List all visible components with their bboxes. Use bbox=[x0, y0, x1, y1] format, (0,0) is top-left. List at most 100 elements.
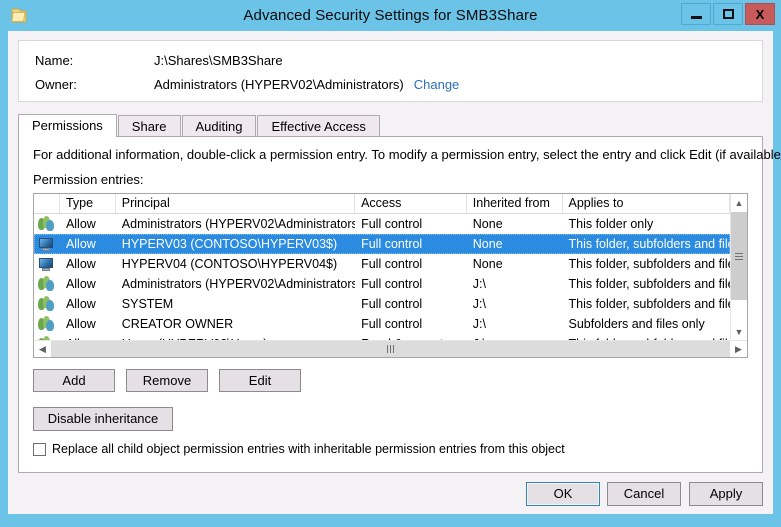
row-applies: This folder only bbox=[568, 216, 654, 231]
table-viewport: Type Principal Access Inherited from App… bbox=[34, 194, 730, 340]
window-title: Advanced Security Settings for SMB3Share bbox=[243, 7, 538, 24]
tab-effective-access[interactable]: Effective Access bbox=[257, 115, 380, 137]
table-row[interactable]: Allow Administrators (HYPERV02\Administra… bbox=[34, 274, 730, 294]
scroll-grip-icon bbox=[735, 252, 743, 260]
row-access: Full control bbox=[361, 276, 423, 291]
remove-button[interactable]: Remove bbox=[126, 369, 208, 392]
table-vertical-scrollbar[interactable]: ▲ ▼ bbox=[730, 194, 747, 340]
row-applies: Subfolders and files only bbox=[568, 316, 705, 331]
row-icon-cell bbox=[34, 296, 60, 312]
replace-child-permissions-label: Replace all child object permission entr… bbox=[52, 442, 565, 456]
tab-auditing[interactable]: Auditing bbox=[181, 115, 257, 137]
apply-button[interactable]: Apply bbox=[689, 482, 763, 506]
row-inherited: None bbox=[472, 256, 503, 271]
column-header-principal[interactable]: Principal bbox=[116, 194, 356, 213]
row-principal: Administrators (HYPERV02\Administrators) bbox=[121, 276, 356, 291]
table-horizontal-scrollbar[interactable]: ◀ ▶ bbox=[34, 340, 747, 357]
row-type: Allow bbox=[65, 256, 96, 271]
vertical-scroll-thumb[interactable] bbox=[731, 212, 747, 300]
table-row[interactable]: Allow HYPERV03 (CONTOSO\HYPERV03$) Full co… bbox=[34, 234, 730, 254]
title-bar: Advanced Security Settings for SMB3Share… bbox=[0, 0, 781, 31]
disable-inheritance-button[interactable]: Disable inheritance bbox=[33, 407, 173, 431]
row-icon-cell bbox=[34, 316, 60, 332]
row-inherited: None bbox=[472, 236, 503, 251]
object-info-box: Name: J:\Shares\SMB3Share Owner: Adminis… bbox=[18, 40, 763, 102]
tab-share[interactable]: Share bbox=[117, 115, 181, 137]
table-row[interactable]: Allow HYPERV04 (CONTOSO\HYPERV04$) Full co… bbox=[34, 254, 730, 274]
row-inherited: None bbox=[472, 216, 503, 231]
row-principal: HYPERV03 (CONTOSO\HYPERV03$) bbox=[121, 236, 338, 251]
users-icon bbox=[38, 216, 54, 232]
column-header-access[interactable]: Access bbox=[355, 194, 467, 213]
advanced-security-settings-window: Advanced Security Settings for SMB3Share… bbox=[0, 0, 781, 527]
permission-entries-table[interactable]: Type Principal Access Inherited from App… bbox=[33, 193, 748, 358]
scroll-grip-icon bbox=[387, 345, 394, 353]
row-type: Allow bbox=[65, 276, 96, 291]
users-icon bbox=[38, 276, 54, 292]
scroll-left-icon[interactable]: ◀ bbox=[34, 341, 51, 357]
minimize-button[interactable] bbox=[681, 3, 711, 25]
change-owner-link[interactable]: Change bbox=[414, 77, 460, 92]
row-type: Allow bbox=[65, 216, 96, 231]
scroll-right-icon[interactable]: ▶ bbox=[730, 341, 747, 357]
maximize-button[interactable] bbox=[713, 3, 743, 25]
row-type: Allow bbox=[65, 316, 96, 331]
table-header-row: Type Principal Access Inherited from App… bbox=[34, 194, 730, 214]
row-principal: Administrators (HYPERV02\Administrators) bbox=[121, 216, 356, 231]
row-principal: HYPERV04 (CONTOSO\HYPERV04$) bbox=[121, 256, 338, 271]
computer-icon bbox=[38, 236, 54, 252]
row-inherited: J:\ bbox=[472, 316, 486, 331]
tab-strip: Permissions Share Auditing Effective Acc… bbox=[18, 114, 763, 137]
ok-button[interactable]: OK bbox=[526, 482, 600, 506]
row-principal: CREATOR OWNER bbox=[121, 316, 234, 331]
column-header-icon[interactable] bbox=[34, 194, 60, 213]
row-icon-cell bbox=[34, 216, 60, 232]
scroll-down-icon[interactable]: ▼ bbox=[731, 323, 747, 340]
row-principal: SYSTEM bbox=[121, 296, 174, 311]
name-label: Name: bbox=[35, 53, 74, 68]
add-button[interactable]: Add bbox=[33, 369, 115, 392]
table-row[interactable]: Allow SYSTEM Full control J:\ This folder, s… bbox=[34, 294, 730, 314]
row-type: Allow bbox=[65, 296, 96, 311]
users-icon bbox=[38, 316, 54, 332]
maximize-icon bbox=[722, 9, 734, 19]
permissions-panel: For additional information, double-click… bbox=[18, 136, 781, 473]
horizontal-scroll-thumb[interactable] bbox=[51, 341, 730, 357]
table-row[interactable]: Allow CREATOR OWNER Full control J:\ Subfold… bbox=[34, 314, 730, 334]
tab-permissions[interactable]: Permissions bbox=[18, 114, 117, 137]
column-header-applies[interactable]: Applies to bbox=[563, 194, 730, 213]
name-value: J:\Shares\SMB3Share bbox=[154, 53, 283, 68]
owner-label: Owner: bbox=[35, 77, 77, 92]
computer-icon bbox=[38, 256, 54, 272]
dialog-footer: OK Cancel Apply bbox=[8, 473, 773, 514]
dialog-body: Name: J:\Shares\SMB3Share Owner: Adminis… bbox=[8, 31, 781, 514]
entry-actions: Add Remove Edit bbox=[33, 369, 301, 392]
replace-child-permissions-row[interactable]: Replace all child object permission entr… bbox=[33, 442, 565, 456]
row-access: Full control bbox=[361, 316, 423, 331]
replace-child-permissions-checkbox[interactable] bbox=[33, 442, 46, 456]
folder-icon bbox=[8, 5, 30, 27]
cancel-button[interactable]: Cancel bbox=[607, 482, 681, 506]
row-applies: This folder, subfolders and files bbox=[568, 256, 731, 271]
column-header-inherited[interactable]: Inherited from bbox=[467, 194, 563, 213]
panel-hint: For additional information, double-click… bbox=[33, 147, 781, 162]
row-access: Full control bbox=[361, 216, 423, 231]
row-applies: This folder, subfolders and files bbox=[568, 236, 731, 251]
row-icon-cell bbox=[34, 236, 60, 252]
minimize-icon bbox=[690, 15, 702, 19]
window-controls: X bbox=[681, 3, 775, 25]
row-access: Full control bbox=[361, 256, 423, 271]
close-button[interactable]: X bbox=[745, 3, 775, 25]
owner-row: Administrators (HYPERV02\Administrators)… bbox=[154, 77, 459, 92]
users-icon bbox=[38, 296, 54, 312]
table-body: Allow Administrators (HYPERV02\Administra… bbox=[34, 214, 730, 340]
scroll-up-icon[interactable]: ▲ bbox=[731, 194, 747, 211]
column-header-type[interactable]: Type bbox=[60, 194, 116, 213]
table-row[interactable]: Allow Administrators (HYPERV02\Administra… bbox=[34, 214, 730, 234]
row-type: Allow bbox=[65, 236, 96, 251]
edit-button[interactable]: Edit bbox=[219, 369, 301, 392]
owner-value: Administrators (HYPERV02\Administrators) bbox=[154, 77, 404, 92]
row-inherited: J:\ bbox=[472, 276, 486, 291]
row-inherited: J:\ bbox=[472, 296, 486, 311]
row-applies: This folder, subfolders and files bbox=[568, 276, 731, 291]
